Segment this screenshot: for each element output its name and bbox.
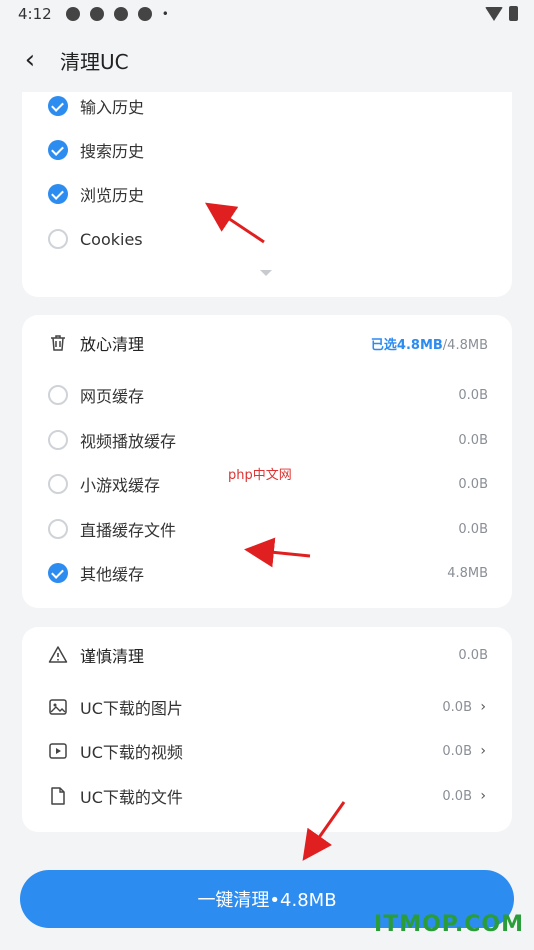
item-label: 其他缓存	[80, 565, 145, 584]
back-button[interactable]: ‹	[0, 38, 60, 82]
chevron-left-icon: ‹	[24, 45, 36, 75]
list-item-search-history[interactable]: 搜索历史	[22, 130, 512, 170]
notification-icon	[65, 7, 80, 21]
status-right	[485, 6, 518, 21]
list-item-downloaded-videos[interactable]: UC下载的视频 0.0B ›	[22, 731, 512, 771]
checkbox-unchecked[interactable]	[48, 519, 68, 539]
watermark: php中文网	[228, 468, 292, 483]
list-item-browse-history[interactable]: 浏览历史	[22, 174, 512, 214]
list-item-input-history[interactable]: 输入历史	[22, 86, 512, 126]
item-label: 视频播放缓存	[80, 432, 177, 451]
section-size: 0.0B	[458, 647, 488, 663]
notification-icon	[137, 7, 152, 21]
checkbox-checked[interactable]	[48, 184, 68, 204]
safe-clean-card: 放心清理 已选4.8MB/4.8MB 网页缓存 0.0B 视频播放缓存 0.0B…	[22, 315, 512, 608]
item-size: 0.0B	[458, 476, 488, 492]
brand-watermark: ITMOP.COM	[374, 912, 524, 937]
item-size: 0.0B	[458, 387, 488, 403]
list-item-video-cache[interactable]: 视频播放缓存 0.0B	[22, 420, 512, 460]
item-label: UC下载的文件	[80, 788, 183, 807]
checkbox-unchecked[interactable]	[48, 430, 68, 450]
chevron-right-icon: ›	[480, 699, 486, 715]
checkbox-checked[interactable]	[48, 563, 68, 583]
item-label: Cookies	[80, 229, 143, 249]
list-item-downloaded-images[interactable]: UC下载的图片 0.0B ›	[22, 687, 512, 727]
file-icon	[51, 787, 65, 805]
checkbox-unchecked[interactable]	[48, 474, 68, 494]
notification-icon	[113, 7, 128, 21]
chevron-right-icon: ›	[480, 788, 486, 804]
checkbox-unchecked[interactable]	[48, 229, 68, 249]
section-header: 谨慎清理 0.0B	[22, 635, 512, 675]
item-label: 直播缓存文件	[80, 521, 177, 540]
item-size: 0.0B	[442, 699, 472, 715]
item-size: 0.0B	[458, 521, 488, 537]
checkbox-checked[interactable]	[48, 96, 68, 116]
header: ‹ 清理UC	[0, 38, 534, 82]
item-size: 0.0B	[442, 743, 472, 759]
section-title: 放心清理	[80, 335, 145, 354]
notification-icon	[89, 7, 104, 21]
checkbox-unchecked[interactable]	[48, 385, 68, 405]
section-header: 放心清理 已选4.8MB/4.8MB	[22, 323, 512, 363]
selected-amount: 已选4.8MB	[370, 337, 443, 353]
expand-chevron-icon[interactable]	[260, 270, 272, 276]
list-item-web-cache[interactable]: 网页缓存 0.0B	[22, 375, 512, 415]
item-label: 浏览历史	[80, 186, 145, 205]
history-card: 输入历史 搜索历史 浏览历史 Cookies	[22, 92, 512, 297]
image-icon	[49, 699, 67, 715]
item-size: 0.0B	[458, 432, 488, 448]
warning-icon	[48, 646, 68, 663]
checkbox-checked[interactable]	[48, 140, 68, 160]
page-title: 清理UC	[60, 49, 129, 74]
status-dot: •	[161, 7, 169, 21]
trash-icon	[51, 335, 65, 351]
item-label: UC下载的图片	[80, 699, 183, 718]
wifi-icon	[485, 6, 503, 21]
section-title: 谨慎清理	[80, 647, 145, 666]
item-label: 小游戏缓存	[80, 476, 161, 495]
item-label: 搜索历史	[80, 142, 145, 161]
item-size: 0.0B	[442, 788, 472, 804]
item-label: 输入历史	[80, 98, 145, 117]
selected-size: 已选4.8MB/4.8MB	[371, 334, 488, 353]
list-item-live-cache[interactable]: 直播缓存文件 0.0B	[22, 509, 512, 549]
item-size: 4.8MB	[447, 565, 488, 581]
total-amount: /4.8MB	[442, 337, 488, 353]
status-bar: 4:12 •	[0, 0, 534, 28]
item-label: UC下载的视频	[80, 743, 183, 762]
item-label: 网页缓存	[80, 387, 145, 406]
careful-clean-card: 谨慎清理 0.0B UC下载的图片 0.0B › UC下载的视频 0.0B › …	[22, 627, 512, 832]
chevron-right-icon: ›	[480, 743, 486, 759]
video-icon	[49, 743, 67, 759]
list-item-cookies[interactable]: Cookies	[22, 219, 512, 259]
list-item-other-cache[interactable]: 其他缓存 4.8MB	[22, 553, 512, 593]
list-item-downloaded-files[interactable]: UC下载的文件 0.0B ›	[22, 776, 512, 816]
battery-icon	[509, 6, 518, 21]
status-time: 4:12	[18, 5, 52, 23]
